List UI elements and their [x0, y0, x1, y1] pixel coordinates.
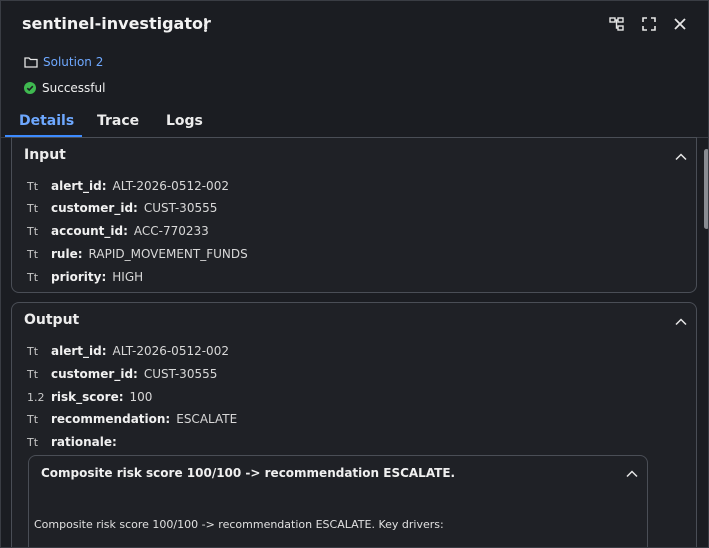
output-field-row: Tt rationale: — [27, 434, 123, 450]
status-label: Successful — [42, 81, 106, 95]
field-value: ACC-770233 — [133, 224, 209, 238]
chevron-up-icon[interactable] — [674, 150, 688, 164]
text-type-icon: Tt — [27, 270, 39, 284]
field-value: ESCALATE — [176, 412, 238, 426]
input-title: Input — [24, 147, 66, 163]
text-type-icon: Tt — [27, 201, 39, 215]
output-field-row: 1.2 risk_score: 100 — [27, 389, 152, 405]
investigator-panel: sentinel-investigator Solution 2 Success… — [0, 0, 709, 548]
input-field-row: Tt alert_id: ALT-2026-0512-002 — [27, 178, 229, 194]
scrollbar-thumb[interactable] — [704, 149, 708, 229]
text-type-icon: Tt — [27, 367, 39, 381]
field-value: RAPID_MOVEMENT_FUNDS — [88, 247, 248, 261]
output-section: Output Tt alert_id: ALT-2026-0512-002 Tt… — [11, 302, 697, 547]
output-field-row: Tt recommendation: ESCALATE — [27, 411, 237, 427]
input-field-row: Tt customer_id: CUST-30555 — [27, 200, 217, 216]
rationale-text: Composite risk score 100/100 -> recommen… — [34, 518, 444, 531]
field-value: CUST-30555 — [143, 201, 218, 215]
close-icon[interactable] — [672, 16, 688, 32]
tab-bar: Details Trace Logs — [1, 107, 708, 138]
field-key: rule: — [51, 247, 83, 261]
status-badge: Successful — [24, 81, 105, 95]
text-type-icon: Tt — [27, 344, 39, 358]
rationale-title: Composite risk score 100/100 -> recommen… — [41, 466, 456, 480]
field-value: 100 — [129, 390, 153, 404]
output-field-row: Tt alert_id: ALT-2026-0512-002 — [27, 343, 229, 359]
rationale-panel: Composite risk score 100/100 -> recommen… — [28, 455, 648, 547]
field-key: account_id: — [51, 224, 128, 238]
tab-trace[interactable]: Trace — [97, 113, 139, 129]
field-key: customer_id: — [51, 367, 138, 381]
text-type-icon: Tt — [27, 179, 39, 193]
input-field-row: Tt priority: HIGH — [27, 269, 143, 285]
field-value: ALT-2026-0512-002 — [112, 179, 229, 193]
tab-logs[interactable]: Logs — [166, 113, 203, 129]
chevron-up-icon[interactable] — [674, 315, 688, 329]
output-field-row: Tt customer_id: CUST-30555 — [27, 366, 217, 382]
solution-link[interactable]: Solution 2 — [24, 55, 103, 69]
field-value: ALT-2026-0512-002 — [112, 344, 229, 358]
check-circle-icon — [24, 82, 36, 94]
input-field-row: Tt account_id: ACC-770233 — [27, 223, 209, 239]
input-field-row: Tt rule: RAPID_MOVEMENT_FUNDS — [27, 246, 248, 262]
tab-details[interactable]: Details — [19, 113, 74, 129]
more-options-icon[interactable] — [198, 15, 212, 35]
text-type-icon: Tt — [27, 247, 39, 261]
field-key: risk_score: — [51, 390, 124, 404]
expand-icon[interactable] — [641, 16, 657, 32]
field-value: CUST-30555 — [143, 367, 218, 381]
field-key: recommendation: — [51, 412, 171, 426]
field-key: alert_id: — [51, 179, 107, 193]
number-type-icon: 1.2 — [27, 390, 45, 404]
input-section: Input Tt alert_id: ALT-2026-0512-002 Tt … — [11, 137, 697, 293]
text-type-icon: Tt — [27, 412, 39, 426]
text-type-icon: Tt — [27, 224, 39, 238]
text-type-icon: Tt — [27, 435, 39, 449]
chevron-up-icon[interactable] — [625, 467, 639, 481]
panel-title: sentinel-investigator — [22, 14, 211, 33]
tree-view-icon[interactable] — [609, 16, 625, 32]
field-value: HIGH — [112, 270, 144, 284]
folder-icon — [24, 57, 38, 68]
solution-label: Solution 2 — [43, 55, 104, 69]
output-title: Output — [24, 312, 80, 328]
field-key: priority: — [51, 270, 107, 284]
field-key: rationale: — [51, 435, 117, 449]
field-key: customer_id: — [51, 201, 138, 215]
field-key: alert_id: — [51, 344, 107, 358]
